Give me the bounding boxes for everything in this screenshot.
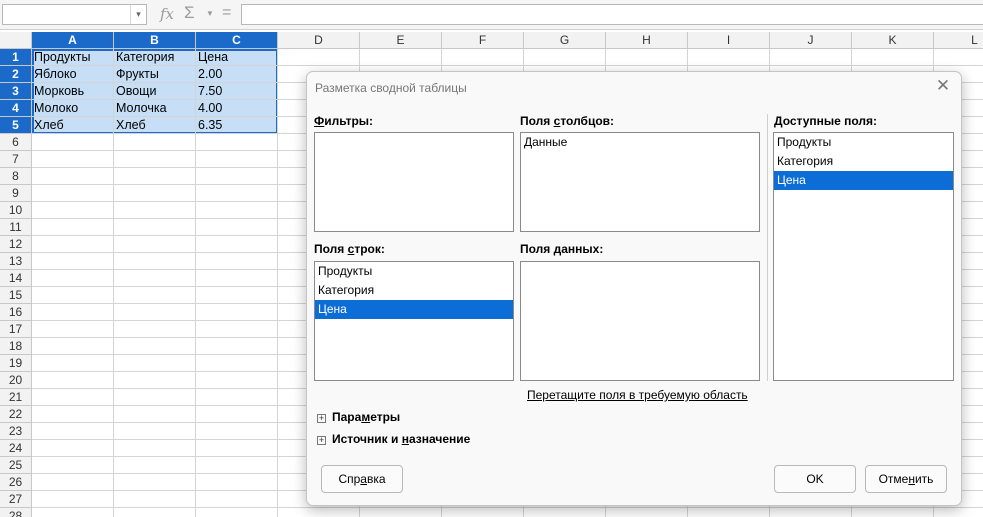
- row-fields-list[interactable]: Продукты Категория Цена: [314, 261, 514, 381]
- list-item[interactable]: Цена: [774, 171, 953, 190]
- help-button[interactable]: Справка: [321, 465, 403, 493]
- available-fields-label: Доступные поля:: [774, 114, 878, 128]
- ok-button[interactable]: OK: [774, 465, 856, 493]
- row-header-26[interactable]: 26: [0, 474, 32, 491]
- divider: [767, 114, 768, 381]
- row-header-7[interactable]: 7: [0, 151, 32, 168]
- cancel-button[interactable]: Отменить: [865, 465, 947, 493]
- row-fields-label: Поля строк:: [314, 242, 385, 256]
- filters-list[interactable]: [314, 132, 514, 232]
- row-header-27[interactable]: 27: [0, 491, 32, 508]
- cell-c3[interactable]: 7.50: [196, 83, 278, 100]
- list-item[interactable]: Продукты: [774, 133, 953, 152]
- formula-input[interactable]: [241, 4, 983, 25]
- row-header-19[interactable]: 19: [0, 355, 32, 372]
- cell-b3[interactable]: Овощи: [114, 83, 196, 100]
- column-header-a[interactable]: A: [32, 32, 114, 49]
- cell-a1[interactable]: Продукты: [32, 49, 114, 66]
- column-header-j[interactable]: J: [770, 32, 852, 49]
- drag-hint: Перетащите поля в требуемую область: [527, 388, 748, 402]
- column-fields-label: Поля столбцов:: [520, 114, 615, 128]
- row-header-10[interactable]: 10: [0, 202, 32, 219]
- column-header-l[interactable]: L: [934, 32, 983, 49]
- options-expander[interactable]: + Параметры: [317, 410, 400, 424]
- row-header-13[interactable]: 13: [0, 253, 32, 270]
- cell-c5[interactable]: 6.35: [196, 117, 278, 134]
- cell-c4[interactable]: 4.00: [196, 100, 278, 117]
- row-header-1[interactable]: 1: [0, 49, 32, 66]
- fx-icon[interactable]: fx: [160, 5, 174, 23]
- formula-bar: ▾ fx Σ ▼ =: [0, 0, 983, 30]
- row-header-12[interactable]: 12: [0, 236, 32, 253]
- row-header-25[interactable]: 25: [0, 457, 32, 474]
- row-header-9[interactable]: 9: [0, 185, 32, 202]
- row-header-4[interactable]: 4: [0, 100, 32, 117]
- column-header-c[interactable]: C: [196, 32, 278, 49]
- close-icon[interactable]: ✕: [934, 77, 952, 95]
- list-item[interactable]: Категория: [774, 152, 953, 171]
- row-header-11[interactable]: 11: [0, 219, 32, 236]
- row-header-24[interactable]: 24: [0, 440, 32, 457]
- list-item[interactable]: Данные: [521, 133, 759, 152]
- list-item[interactable]: Цена: [315, 300, 513, 319]
- row-header-22[interactable]: 22: [0, 406, 32, 423]
- calc-window: ▾ fx Σ ▼ = A B C D E F G H I J K L 1 2 3 4 5 6 7 8 9 10 11 12 13…: [0, 0, 983, 517]
- sigma-icon[interactable]: Σ: [184, 3, 195, 23]
- row-header-15[interactable]: 15: [0, 287, 32, 304]
- cell-a2[interactable]: Яблоко: [32, 66, 114, 83]
- column-header-k[interactable]: K: [852, 32, 934, 49]
- plus-icon[interactable]: +: [317, 414, 326, 423]
- row-header-14[interactable]: 14: [0, 270, 32, 287]
- list-item[interactable]: Продукты: [315, 262, 513, 281]
- plus-icon[interactable]: +: [317, 436, 326, 445]
- cell-c2[interactable]: 2.00: [196, 66, 278, 83]
- row-header-2[interactable]: 2: [0, 66, 32, 83]
- column-header-g[interactable]: G: [524, 32, 606, 49]
- row-header-16[interactable]: 16: [0, 304, 32, 321]
- cell-b4[interactable]: Молочка: [114, 100, 196, 117]
- cell-a4[interactable]: Молоко: [32, 100, 114, 117]
- chevron-down-icon[interactable]: ▾: [130, 5, 146, 24]
- row-header-8[interactable]: 8: [0, 168, 32, 185]
- column-header-h[interactable]: H: [606, 32, 688, 49]
- chevron-down-icon[interactable]: ▼: [206, 9, 214, 18]
- pivot-table-layout-dialog: Разметка сводной таблицы ✕ Фильтры: Поля…: [306, 71, 962, 506]
- equals-icon[interactable]: =: [222, 4, 231, 22]
- list-item[interactable]: Категория: [315, 281, 513, 300]
- cell-a5[interactable]: Хлеб: [32, 117, 114, 134]
- column-header-d[interactable]: D: [278, 32, 360, 49]
- cell-b1[interactable]: Категория: [114, 49, 196, 66]
- cell-b5[interactable]: Хлеб: [114, 117, 196, 134]
- row-header-20[interactable]: 20: [0, 372, 32, 389]
- column-fields-list[interactable]: Данные: [520, 132, 760, 232]
- data-fields-label: Поля данных:: [520, 242, 604, 256]
- column-header-f[interactable]: F: [442, 32, 524, 49]
- cell-b2[interactable]: Фрукты: [114, 66, 196, 83]
- row-header-5[interactable]: 5: [0, 117, 32, 134]
- column-header-e[interactable]: E: [360, 32, 442, 49]
- row-header-17[interactable]: 17: [0, 321, 32, 338]
- row-header-3[interactable]: 3: [0, 83, 32, 100]
- row-header-6[interactable]: 6: [0, 134, 32, 151]
- filters-label: Фильтры:: [314, 114, 374, 128]
- cell-c1[interactable]: Цена: [196, 49, 278, 66]
- column-header-b[interactable]: B: [114, 32, 196, 49]
- grid-line: [32, 507, 983, 508]
- cell-a3[interactable]: Морковь: [32, 83, 114, 100]
- row-header-23[interactable]: 23: [0, 423, 32, 440]
- name-box[interactable]: ▾: [2, 4, 147, 25]
- column-header-i[interactable]: I: [688, 32, 770, 49]
- available-fields-list[interactable]: Продукты Категория Цена: [773, 132, 954, 381]
- source-destination-expander[interactable]: + Источник и назначение: [317, 432, 470, 446]
- row-header-18[interactable]: 18: [0, 338, 32, 355]
- dialog-title: Разметка сводной таблицы: [315, 81, 467, 95]
- data-fields-list[interactable]: [520, 261, 760, 381]
- row-header-21[interactable]: 21: [0, 389, 32, 406]
- row-header-28[interactable]: 28: [0, 508, 32, 517]
- select-all-corner[interactable]: [0, 32, 32, 49]
